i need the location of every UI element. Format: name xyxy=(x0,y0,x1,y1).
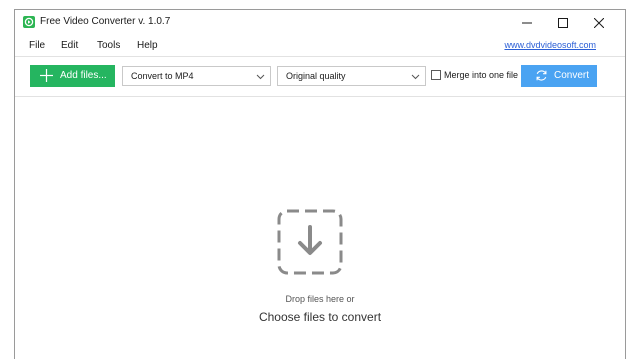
maximize-button[interactable] xyxy=(545,10,581,36)
app-logo-icon xyxy=(23,16,35,28)
quality-value: Original quality xyxy=(286,71,346,81)
menu-file[interactable]: File xyxy=(29,40,45,51)
plus-icon xyxy=(40,69,53,82)
menu-help[interactable]: Help xyxy=(137,40,158,51)
close-icon xyxy=(594,18,604,28)
website-link[interactable]: www.dvdvideosoft.com xyxy=(504,40,596,50)
app-window: Free Video Converter v. 1.0.7 File Edit … xyxy=(14,9,626,359)
drop-zone[interactable]: Drop files here or Choose files to conve… xyxy=(15,97,625,359)
convert-label: Convert xyxy=(554,70,590,81)
close-button[interactable] xyxy=(581,10,617,36)
chevron-down-icon xyxy=(256,74,265,80)
minimize-icon xyxy=(522,22,532,24)
minimize-button[interactable] xyxy=(509,10,545,36)
screen: Free Video Converter v. 1.0.7 File Edit … xyxy=(0,0,640,359)
menu-tools[interactable]: Tools xyxy=(97,40,120,51)
chevron-down-icon xyxy=(411,74,420,80)
menu-bar: File Edit Tools Help www.dvdvideosoft.co… xyxy=(15,37,625,55)
format-select[interactable]: Convert to MP4 xyxy=(122,66,271,86)
add-files-button[interactable]: Add files... xyxy=(30,65,115,87)
menu-edit[interactable]: Edit xyxy=(61,40,78,51)
maximize-icon xyxy=(558,18,568,28)
convert-button[interactable]: Convert xyxy=(521,65,597,87)
download-arrow-icon xyxy=(277,209,343,275)
add-files-label: Add files... xyxy=(60,70,107,81)
window-title: Free Video Converter v. 1.0.7 xyxy=(40,16,171,27)
drop-hint: Drop files here or xyxy=(285,294,355,304)
quality-select[interactable]: Original quality xyxy=(277,66,426,86)
menu-divider xyxy=(15,56,625,57)
merge-checkbox[interactable] xyxy=(431,70,441,80)
refresh-icon xyxy=(536,70,547,81)
merge-label[interactable]: Merge into one file xyxy=(444,70,518,80)
choose-files-link[interactable]: Choose files to convert xyxy=(15,310,625,324)
title-bar[interactable]: Free Video Converter v. 1.0.7 xyxy=(15,10,625,36)
format-value: Convert to MP4 xyxy=(131,71,194,81)
